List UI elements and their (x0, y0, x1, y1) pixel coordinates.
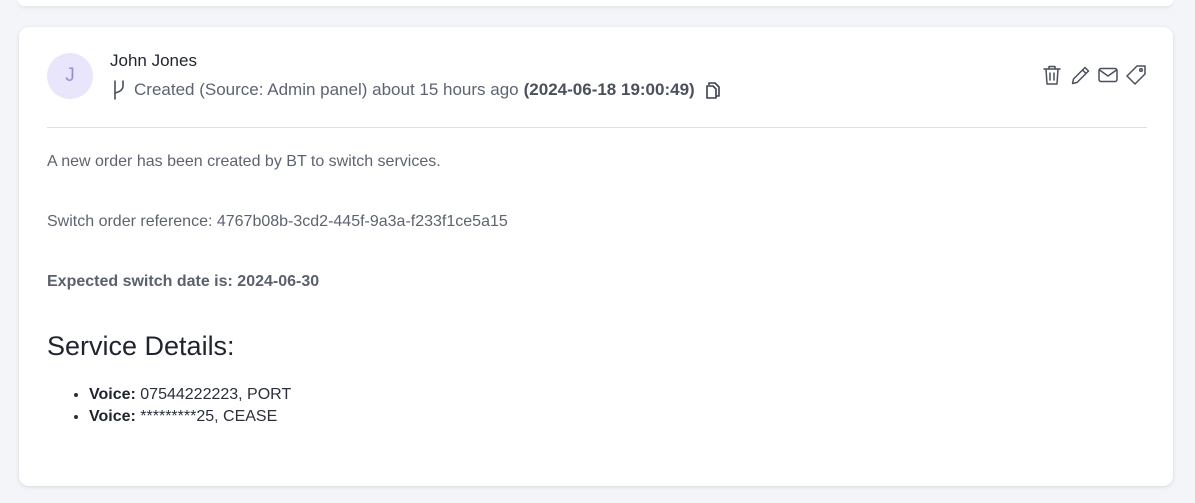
list-item: Voice: *********25, CEASE (89, 406, 291, 428)
body-line-1: A new order has been created by BT to sw… (47, 153, 441, 170)
previous-card-edge (18, 0, 1173, 6)
service-label: Voice: (89, 386, 136, 403)
list-item: Voice: 07544222223, PORT (89, 384, 291, 406)
pencil-icon (1071, 66, 1089, 84)
note-card: J John Jones Created (Source: Admin pane… (19, 27, 1173, 486)
git-branch-icon (114, 80, 124, 100)
meta-text: Created (Source: Admin panel) about 15 h… (134, 80, 519, 99)
envelope-icon (1098, 67, 1118, 83)
trash-icon (1043, 65, 1061, 85)
divider (47, 127, 1147, 128)
service-value: 07544222223, PORT (140, 386, 292, 403)
service-value: *********25, CEASE (140, 408, 278, 425)
service-list: Voice: 07544222223, PORT Voice: ********… (67, 384, 291, 428)
tag-button[interactable] (1125, 64, 1147, 86)
note-meta: Created (Source: Admin panel) about 15 h… (110, 79, 721, 101)
delete-button[interactable] (1041, 64, 1063, 86)
switch-date-value: 2024-06-30 (237, 273, 320, 290)
avatar: J (47, 53, 93, 99)
switch-date-label: Expected switch date is: (47, 273, 233, 290)
timestamp: (2024-06-18 19:00:49) (523, 80, 695, 99)
service-details-heading: Service Details: (47, 331, 235, 361)
edit-button[interactable] (1069, 64, 1091, 86)
note-actions (1041, 64, 1147, 86)
expected-switch-date: Expected switch date is: 2024-06-30 (47, 273, 319, 291)
email-button[interactable] (1097, 64, 1119, 86)
avatar-initial: J (65, 65, 75, 86)
switch-order-reference: Switch order reference: 4767b08b-3cd2-44… (47, 213, 508, 230)
author-name: John Jones (110, 51, 197, 70)
service-label: Voice: (89, 408, 136, 425)
tag-icon (1126, 65, 1146, 85)
copy-icon[interactable] (705, 81, 721, 100)
